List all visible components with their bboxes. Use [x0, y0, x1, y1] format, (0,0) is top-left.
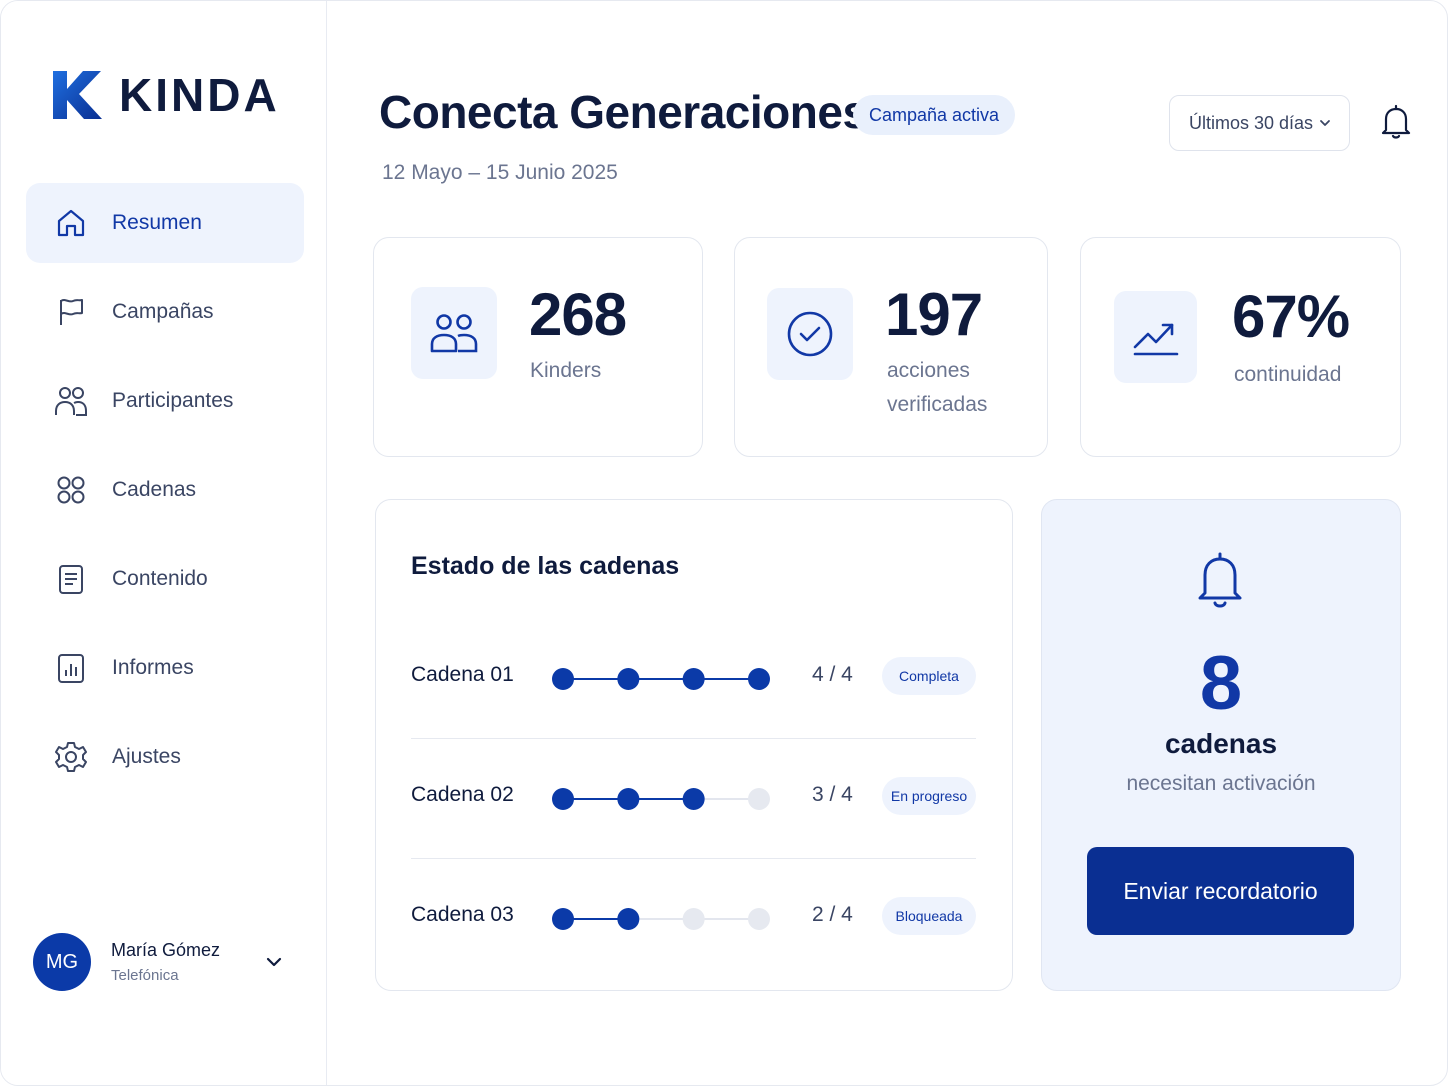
stat-card-acciones: 197 acciones verificadas: [734, 237, 1048, 457]
stat-value: 197: [885, 281, 983, 348]
stat-card-kinders: 268 Kinders: [373, 237, 703, 457]
bar-chart-icon: [54, 651, 88, 685]
stat-value: 268: [529, 281, 627, 348]
chain-status-badge: En progreso: [882, 777, 976, 815]
sidebar-item-label: Cadenas: [112, 478, 197, 501]
period-select-value: Últimos 30 días: [1189, 112, 1314, 133]
sidebar-item-label: Resumen: [112, 211, 202, 234]
chain-step-pending: [748, 788, 770, 810]
chain-step-done: [617, 788, 640, 810]
brand-logo: KINDA: [49, 63, 280, 127]
chain-status-badge: Bloqueada: [882, 897, 976, 935]
sidebar-item-label: Ajustes: [112, 745, 181, 768]
chain-progress-steps: [552, 788, 770, 810]
send-reminder-button[interactable]: Enviar recordatorio: [1087, 847, 1354, 935]
status-badge: Campaña activa: [853, 95, 1016, 135]
stat-card-continuidad: 67% continuidad: [1080, 237, 1401, 457]
brand-name: KINDA: [119, 69, 280, 121]
stat-label: acciones verificadas: [887, 354, 987, 422]
chain-count: 2 / 4: [812, 903, 853, 926]
chain-links-icon: [54, 473, 88, 507]
chains-title: Estado de las cadenas: [411, 552, 680, 580]
user-org: Telefónica: [111, 967, 179, 984]
chain-count: 4 / 4: [812, 663, 853, 686]
period-select[interactable]: Últimos 30 días: [1169, 95, 1350, 151]
gear-icon: [54, 740, 88, 774]
chain-progress-steps: [552, 668, 770, 690]
stat-label: Kinders: [530, 359, 602, 382]
chain-step-done: [552, 908, 574, 930]
chain-step-done: [682, 788, 705, 810]
chain-step-done: [552, 788, 574, 810]
trend-up-icon: [1114, 291, 1197, 383]
chevron-down-icon: [1320, 120, 1330, 126]
stat-label-line: verificadas: [887, 393, 988, 416]
flag-icon: [54, 295, 88, 329]
users-icon: [54, 384, 88, 418]
notifications-bell-icon[interactable]: [1379, 104, 1413, 140]
user-name: María Gómez: [111, 940, 221, 960]
sidebar: KINDA Resumen Campañas Participantes Cad…: [1, 1, 327, 1085]
document-icon: [54, 562, 88, 596]
chain-step-done: [617, 668, 640, 690]
stat-value: 67%: [1232, 283, 1350, 350]
kinda-logo-icon: [53, 71, 102, 119]
sidebar-item-label: Campañas: [112, 300, 214, 323]
page-title: Conecta Generaciones: [379, 86, 868, 138]
avatar: MG: [33, 933, 91, 991]
chain-progress-steps: [552, 908, 770, 930]
sidebar-nav: Resumen Campañas Participantes Cadenas C…: [26, 183, 304, 806]
chain-step-done: [617, 908, 640, 930]
date-range: 12 Mayo – 15 Junio 2025: [382, 161, 618, 184]
check-circle-icon: [767, 288, 853, 380]
users-icon: [411, 287, 497, 379]
sidebar-item-label: Informes: [112, 656, 194, 679]
home-icon: [54, 206, 88, 240]
alert-unit: cadenas: [1164, 728, 1278, 759]
chain-name: Cadena 01: [411, 663, 514, 686]
sidebar-item-ajustes[interactable]: Ajustes: [26, 717, 304, 797]
chain-step-pending: [682, 908, 705, 930]
stat-label-line: acciones: [887, 359, 970, 382]
chain-status-badge: Completa: [882, 657, 976, 695]
bell-icon: [1198, 552, 1242, 608]
chain-name: Cadena 02: [411, 783, 514, 806]
chain-row[interactable]: Cadena 03 2 / 4 Bloqueada: [411, 859, 976, 979]
chain-step-done: [682, 668, 705, 690]
sidebar-item-label: Contenido: [112, 567, 208, 590]
chain-step-done: [748, 668, 770, 690]
chevron-down-icon[interactable]: [263, 951, 285, 973]
sidebar-item-label: Participantes: [112, 389, 234, 412]
activation-alert-card: 8 cadenas necesitan activación Enviar re…: [1041, 499, 1401, 991]
chain-step-done: [552, 668, 574, 690]
user-info: María Gómez Telefónica: [111, 940, 220, 984]
app-window: KINDA Resumen Campañas Participantes Cad…: [0, 0, 1448, 1086]
chain-row[interactable]: Cadena 01 4 / 4 Completa: [411, 619, 976, 739]
chains-status-card: Estado de las cadenas Cadena 01 4 / 4 Co…: [375, 499, 1013, 991]
sidebar-item-campanas[interactable]: Campañas: [26, 272, 304, 352]
stat-label: continuidad: [1234, 363, 1342, 386]
sidebar-item-participantes[interactable]: Participantes: [26, 361, 304, 441]
chain-row[interactable]: Cadena 02 3 / 4 En progreso: [411, 739, 976, 859]
user-menu[interactable]: MG María Gómez Telefónica: [33, 927, 293, 997]
chain-name: Cadena 03: [411, 903, 514, 926]
alert-count: 8: [1199, 641, 1243, 726]
chain-count: 3 / 4: [812, 783, 853, 806]
sidebar-item-cadenas[interactable]: Cadenas: [26, 450, 304, 530]
sidebar-item-contenido[interactable]: Contenido: [26, 539, 304, 619]
alert-text: necesitan activación: [1126, 772, 1316, 795]
sidebar-item-resumen[interactable]: Resumen: [26, 183, 304, 263]
sidebar-item-informes[interactable]: Informes: [26, 628, 304, 708]
chain-step-pending: [748, 908, 770, 930]
